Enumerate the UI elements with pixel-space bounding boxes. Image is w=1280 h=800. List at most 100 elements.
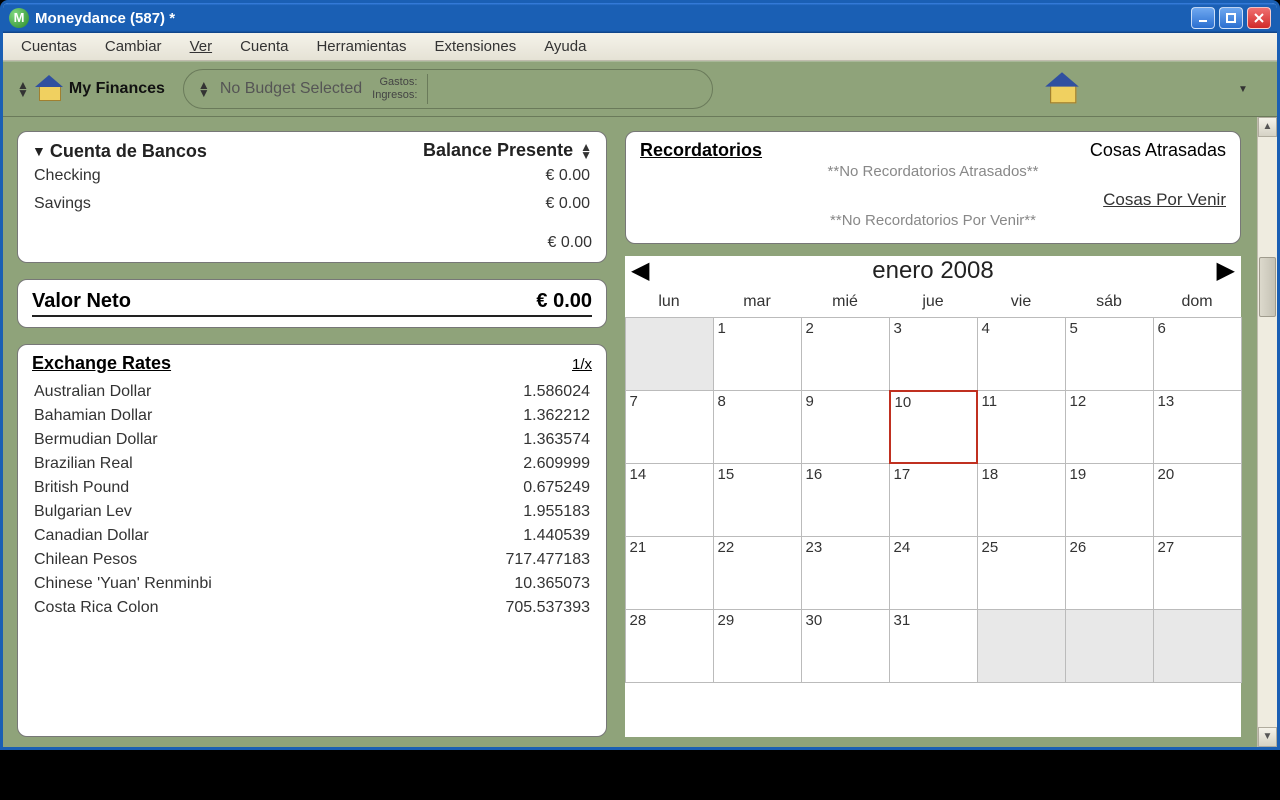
menu-extensiones[interactable]: Extensiones: [420, 36, 530, 57]
titlebar: M Moneydance (587) *: [3, 3, 1277, 33]
budget-selector[interactable]: ▲▼ No Budget Selected Gastos: Ingresos:: [183, 69, 713, 109]
sort-icon[interactable]: ▲▼: [580, 143, 592, 159]
calendar-day[interactable]: 1: [713, 317, 802, 391]
close-button[interactable]: [1247, 7, 1271, 29]
menu-herramientas[interactable]: Herramientas: [302, 36, 420, 57]
calendar-day[interactable]: 8: [713, 390, 802, 464]
dashboard: ▼ Cuenta de Bancos Balance Presente ▲▼ C…: [3, 117, 1257, 747]
calendar-day[interactable]: 4: [977, 317, 1066, 391]
calendar-day[interactable]: 25: [977, 536, 1066, 610]
scroll-thumb[interactable]: [1259, 257, 1276, 317]
calendar-day[interactable]: 12: [1065, 390, 1154, 464]
fx-rate: 705.537393: [505, 599, 590, 617]
toolbar: ▲▼ My Finances ▲▼ No Budget Selected Gas…: [3, 61, 1277, 117]
calendar-day[interactable]: 2: [801, 317, 890, 391]
calendar-day[interactable]: 11: [977, 390, 1066, 464]
fx-currency-name: Canadian Dollar: [34, 527, 149, 545]
calendar-day[interactable]: 3: [889, 317, 978, 391]
calendar-day[interactable]: 21: [625, 536, 714, 610]
fx-rate: 1.440539: [523, 527, 590, 545]
collapse-icon[interactable]: ▼: [32, 143, 46, 159]
calendar-day[interactable]: 30: [801, 609, 890, 683]
calendar-day[interactable]: 26: [1065, 536, 1154, 610]
fx-row[interactable]: Australian Dollar 1.586024: [32, 380, 592, 404]
reminders-panel: Recordatorios Cosas Atrasadas **No Recor…: [625, 131, 1241, 244]
calendar-day[interactable]: 15: [713, 463, 802, 537]
calendar-title: enero 2008: [872, 257, 993, 285]
calendar-day[interactable]: 18: [977, 463, 1066, 537]
calendar-day[interactable]: 17: [889, 463, 978, 537]
updown-icon: ▲▼: [17, 81, 29, 97]
calendar-day[interactable]: 28: [625, 609, 714, 683]
fx-row[interactable]: Canadian Dollar 1.440539: [32, 524, 592, 548]
fx-currency-name: Bermudian Dollar: [34, 431, 158, 449]
calendar-day[interactable]: 31: [889, 609, 978, 683]
calendar-day[interactable]: 7: [625, 390, 714, 464]
overdue-label: Cosas Atrasadas: [1090, 140, 1226, 161]
calendar-day[interactable]: 16: [801, 463, 890, 537]
menu-cambiar[interactable]: Cambiar: [91, 36, 176, 57]
calendar-dow: sáb: [1065, 289, 1153, 317]
scroll-track[interactable]: [1258, 137, 1277, 727]
account-name: Savings: [34, 195, 91, 213]
calendar-prev-button[interactable]: ◀: [631, 256, 649, 285]
calendar-day[interactable]: [1065, 609, 1154, 683]
fx-row[interactable]: Bahamian Dollar1.362212: [32, 404, 592, 428]
fx-row[interactable]: Bermudian Dollar1.363574: [32, 428, 592, 452]
menu-cuentas[interactable]: Cuentas: [7, 36, 91, 57]
updown-icon: ▲▼: [198, 81, 210, 97]
fx-currency-name: Australian Dollar: [34, 383, 151, 401]
fx-row[interactable]: Chinese 'Yuan' Renminbi10.365073: [32, 572, 592, 596]
calendar-dow: mar: [713, 289, 801, 317]
reports-button[interactable]: [1161, 68, 1203, 110]
calendar-day[interactable]: 27: [1153, 536, 1242, 610]
main-area: ▼ Cuenta de Bancos Balance Presente ▲▼ C…: [3, 117, 1277, 747]
calendar-day[interactable]: [977, 609, 1066, 683]
calendar-day[interactable]: 23: [801, 536, 890, 610]
calendar-day[interactable]: 6: [1153, 317, 1242, 391]
maximize-button[interactable]: [1219, 7, 1243, 29]
menu-cuenta[interactable]: Cuenta: [226, 36, 302, 57]
calendar-day[interactable]: 29: [713, 609, 802, 683]
calendar-day[interactable]: 5: [1065, 317, 1154, 391]
calendar: ◀ enero 2008 ▶ lunmarmiéjueviesábdom 123…: [625, 256, 1241, 737]
menu-ver[interactable]: Ver: [176, 36, 227, 57]
vertical-scrollbar[interactable]: ▲ ▼: [1257, 117, 1277, 747]
fx-currency-name: Bulgarian Lev: [34, 503, 132, 521]
fx-row[interactable]: Chilean Pesos717.477183: [32, 548, 592, 572]
account-selector-label: My Finances: [69, 80, 165, 98]
calendar-day[interactable]: [1153, 609, 1242, 683]
calendar-day[interactable]: 10: [889, 390, 978, 464]
calendar-day[interactable]: 9: [801, 390, 890, 464]
menu-ayuda[interactable]: Ayuda: [530, 36, 600, 57]
fx-row[interactable]: Costa Rica Colon705.537393: [32, 596, 592, 620]
account-selector[interactable]: ▲▼ My Finances: [17, 77, 165, 101]
calendar-day[interactable]: 20: [1153, 463, 1242, 537]
fx-row[interactable]: Brazilian Real2.609999: [32, 452, 592, 476]
fx-row[interactable]: British Pound0.675249: [32, 476, 592, 500]
minimize-button[interactable]: [1191, 7, 1215, 29]
scroll-up-button[interactable]: ▲: [1258, 117, 1277, 137]
fx-rate: 1.586024: [523, 383, 590, 401]
settings-button[interactable]: ▼: [1221, 68, 1263, 110]
calendar-day[interactable]: [625, 317, 714, 391]
calendar-day[interactable]: 19: [1065, 463, 1154, 537]
calendar-next-button[interactable]: ▶: [1217, 256, 1235, 285]
overdue-empty-text: **No Recordatorios Atrasados**: [640, 163, 1226, 180]
account-row[interactable]: Savings€ 0.00: [32, 190, 592, 218]
calendar-day[interactable]: 24: [889, 536, 978, 610]
scroll-down-button[interactable]: ▼: [1258, 727, 1277, 747]
fx-rate: 0.675249: [523, 479, 590, 497]
fx-inverse-toggle[interactable]: 1/x: [572, 356, 592, 373]
find-button[interactable]: [1101, 68, 1143, 110]
home-button[interactable]: [1041, 68, 1083, 110]
accounts-title: Cuenta de Bancos: [50, 141, 207, 162]
calendar-day[interactable]: 22: [713, 536, 802, 610]
fx-row[interactable]: Bulgarian Lev1.955183: [32, 500, 592, 524]
calendar-day[interactable]: 14: [625, 463, 714, 537]
calendar-day[interactable]: 13: [1153, 390, 1242, 464]
networth-label: Valor Neto: [32, 290, 131, 313]
fx-title: Exchange Rates: [32, 353, 171, 374]
accounts-panel: ▼ Cuenta de Bancos Balance Presente ▲▼ C…: [17, 131, 607, 263]
account-row[interactable]: Checking€ 0.00: [32, 162, 592, 190]
